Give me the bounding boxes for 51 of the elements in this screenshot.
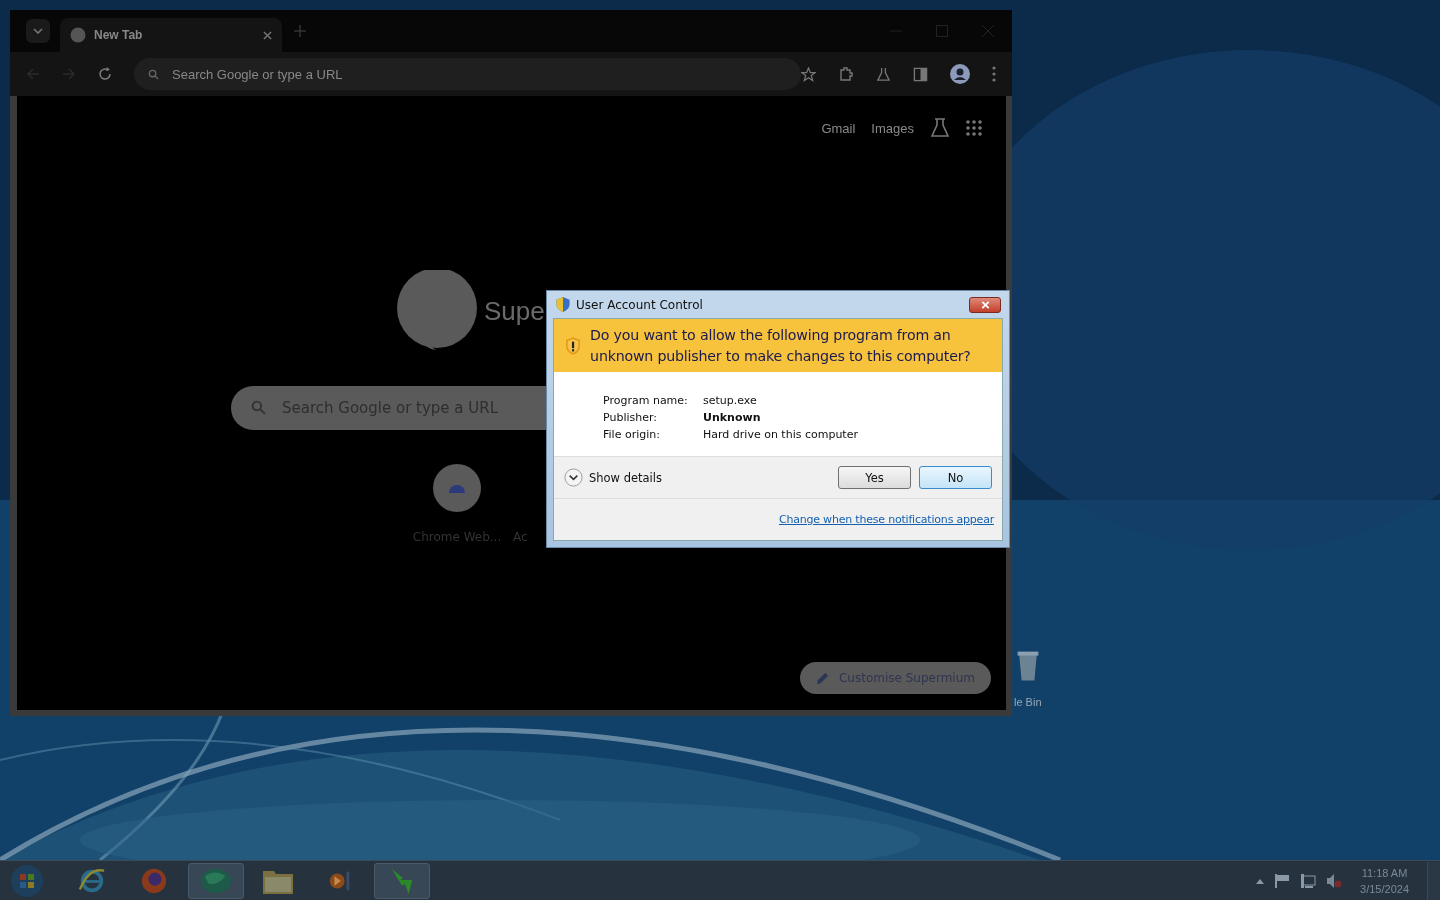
chevron-down-icon — [33, 28, 43, 34]
search-icon — [251, 400, 266, 415]
ie-icon — [78, 866, 106, 895]
muted-speaker-icon[interactable] — [1326, 872, 1343, 889]
flask-icon[interactable] — [876, 66, 891, 82]
expand-icon[interactable] — [564, 468, 583, 487]
side-panel-icon[interactable] — [913, 66, 928, 82]
icon-label[interactable]: le Bin — [1014, 696, 1042, 708]
address-bar[interactable]: Search Google or type a URL — [134, 58, 801, 90]
flask-icon[interactable] — [930, 118, 950, 138]
taskbar-app[interactable] — [188, 862, 244, 899]
search-icon — [148, 69, 159, 80]
detail-value: Unknown — [703, 410, 761, 425]
shield-icon — [556, 297, 570, 312]
show-details-toggle[interactable]: Show details — [589, 470, 662, 485]
notifications-link[interactable]: Change when these notifications appear — [778, 513, 994, 526]
reload-icon[interactable] — [98, 67, 112, 81]
close-icon — [980, 300, 990, 309]
header-link[interactable]: Gmail — [821, 120, 856, 136]
dialog-button[interactable]: No — [919, 466, 992, 489]
start-button[interactable] — [10, 863, 44, 898]
menu-icon[interactable] — [992, 66, 996, 82]
header-link[interactable]: Images — [871, 120, 914, 136]
taskbar-app[interactable] — [374, 862, 430, 899]
show-hidden-icons[interactable] — [1256, 877, 1265, 884]
clock-date[interactable]: 3/15/2024 — [1360, 880, 1409, 897]
close-icon[interactable] — [263, 30, 272, 40]
firefox-icon — [140, 866, 168, 895]
pencil-icon — [815, 671, 829, 685]
network-icon[interactable] — [1300, 872, 1317, 889]
detail-value: setup.exe — [703, 393, 757, 408]
tab-title: New Tab — [94, 28, 144, 42]
profile-icon[interactable] — [950, 64, 970, 84]
logo-text: Supe — [484, 295, 545, 327]
close-button[interactable] — [969, 296, 1001, 313]
clock-time[interactable]: 11:18 AM — [1361, 864, 1408, 881]
detail-label: File origin: — [603, 427, 661, 442]
shortcut-icon[interactable] — [433, 464, 481, 512]
dialog-question: Do you want to allow the following program from an unknown publisher to make changes to this computer? — [590, 325, 972, 366]
apps-grid-icon[interactable] — [966, 120, 982, 136]
detail-label: Publisher: — [603, 410, 658, 425]
puzzle-icon[interactable] — [838, 66, 854, 82]
flag-icon[interactable] — [1274, 873, 1291, 888]
dialog-button[interactable]: Yes — [838, 466, 911, 489]
logo-icon — [396, 270, 478, 352]
tab-search-button[interactable] — [26, 19, 50, 43]
browser-tab[interactable]: New Tab — [60, 18, 282, 52]
detail-label: Program name: — [603, 393, 689, 408]
detail-value: Hard drive on this computer — [703, 427, 858, 442]
dialog-title: User Account Control — [576, 297, 704, 312]
star-icon[interactable] — [801, 66, 816, 82]
